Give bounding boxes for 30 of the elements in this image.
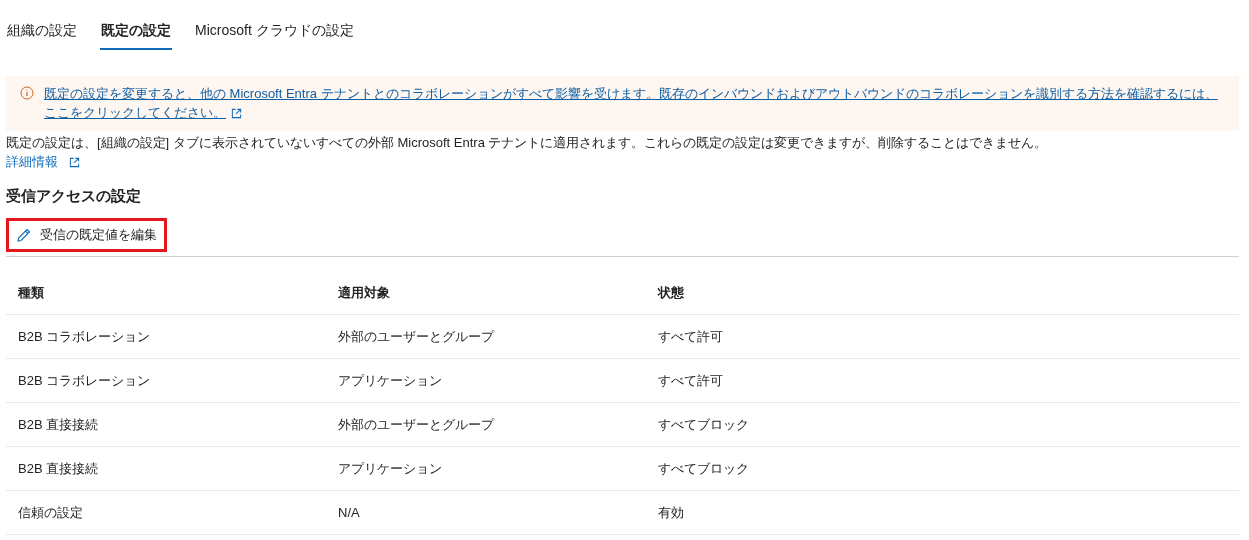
table-cell: B2B コラボレーション [6,314,326,359]
table-cell: アプリケーション [326,358,646,403]
pencil-icon [16,227,32,243]
table-cell: B2B コラボレーション [6,358,326,403]
table-cell: 外部のユーザーとグループ [326,402,646,447]
table-cell: すべてブロック [646,446,1239,491]
tab[interactable]: 組織の設定 [6,22,78,50]
external-link-icon [69,157,80,169]
description-text: 既定の設定は、[組織の設定] タブに表示されていないすべての外部 Microsoft Entra テナントに適用されます。これらの既定の設定は変更できますが、削除することはできません。 [6,134,1049,152]
table-cell: 有効 [646,490,1239,535]
external-link-icon [231,108,242,120]
column-header: 適用対象 [326,271,646,315]
tab[interactable]: 既定の設定 [100,22,172,50]
details-link[interactable]: 詳細情報 [6,153,58,171]
table-cell: すべてブロック [646,402,1239,447]
tab[interactable]: Microsoft クラウドの設定 [194,22,355,50]
table-cell: すべて許可 [646,358,1239,403]
table-cell: B2B 直接接続 [6,446,326,491]
info-icon [20,86,34,100]
column-header: 種類 [6,271,326,315]
section-title: 受信アクセスの設定 [6,187,142,206]
banner-link[interactable]: 既定の設定を変更すると、他の Microsoft Entra テナントとのコラボレーションがすべて影響を受けます。既存のインバウンドおよびアウトバウンドのコラボレーションを識別する方法を確認するには、ここをクリックしてください。 [44,84,1229,122]
table-cell: 信頼の設定 [6,490,326,535]
table-cell: B2B 直接接続 [6,402,326,447]
edit-button[interactable]: 受信の既定値を編集 [6,218,167,252]
table-cell: すべて許可 [646,314,1239,359]
column-header: 状態 [646,271,1239,315]
table-cell: N/A [326,490,646,535]
table-cell: アプリケーション [326,446,646,491]
table-cell: 外部のユーザーとグループ [326,314,646,359]
